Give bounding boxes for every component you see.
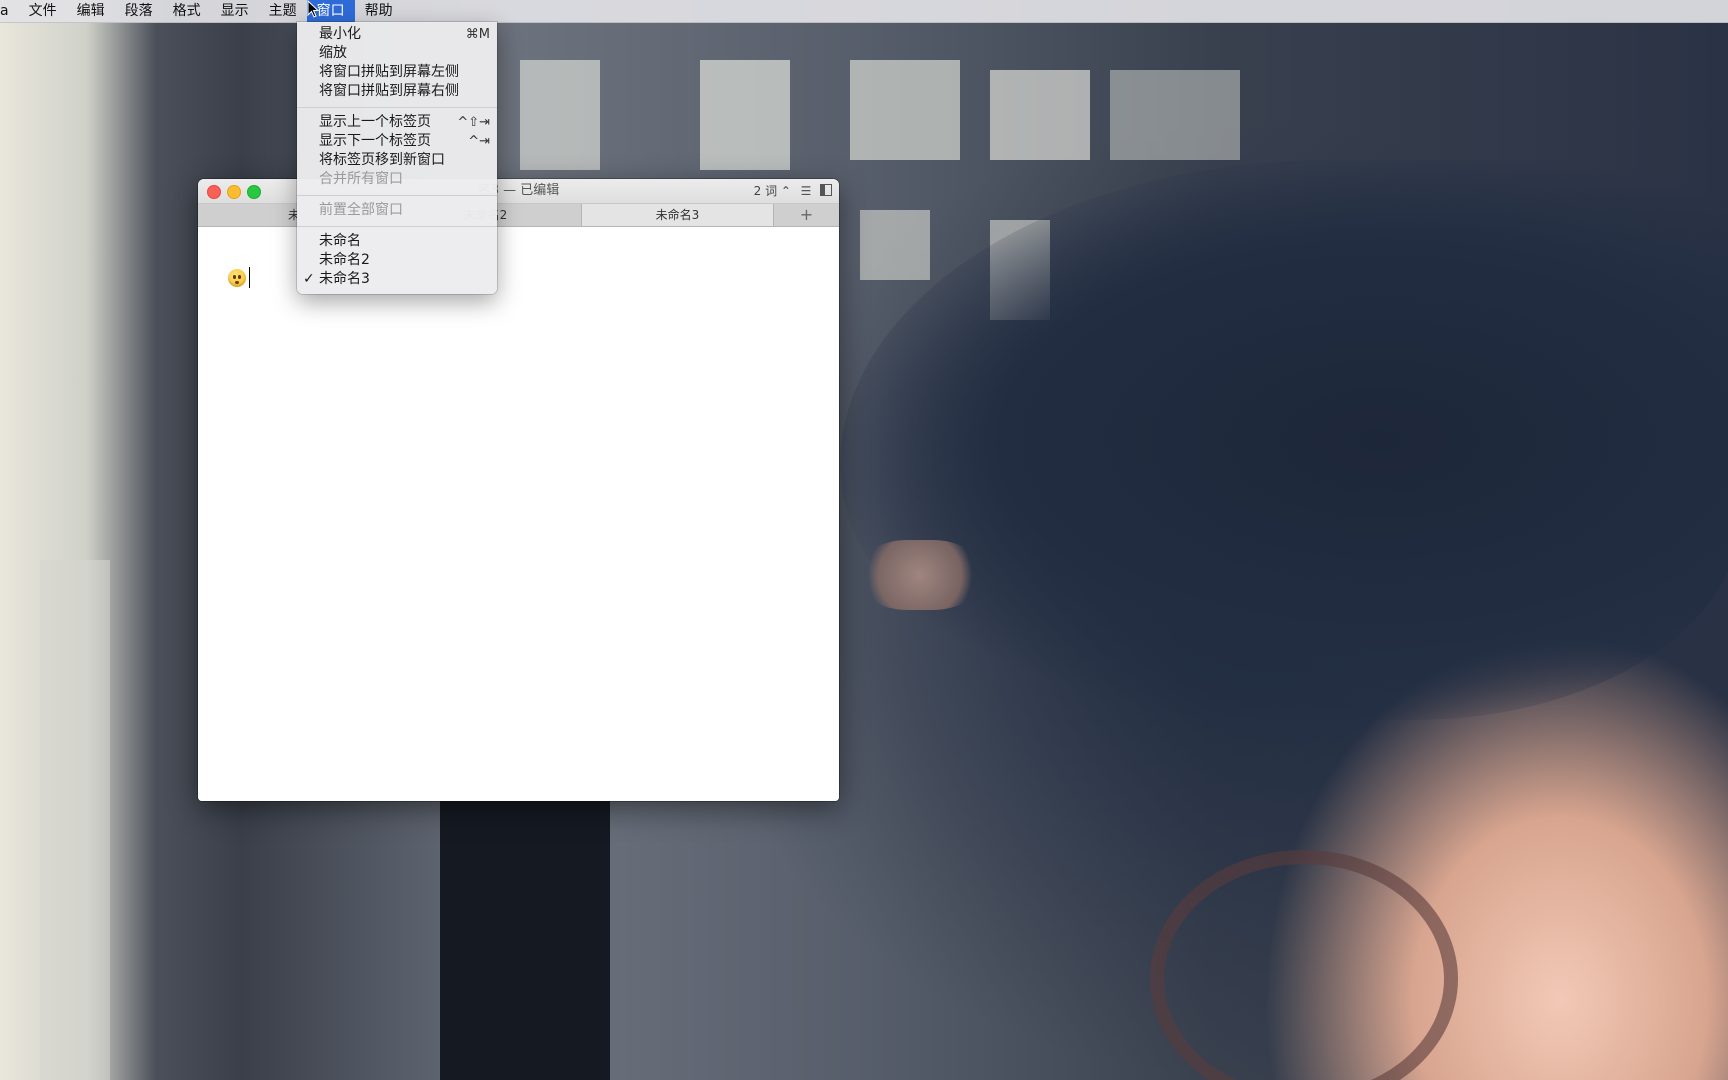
menu-file[interactable]: 文件	[19, 0, 67, 22]
menu-item-window-untitled-label: 未命名	[319, 233, 361, 249]
menu-bar: a 文件 编辑 段落 格式 显示 主题 窗口 帮助	[0, 0, 1728, 23]
menu-item-merge-windows-label: 合并所有窗口	[319, 171, 403, 187]
menu-item-move-tab-new-window[interactable]: 将标签页移到新窗口	[297, 151, 497, 170]
sidebar-toggle-icon[interactable]	[819, 184, 833, 198]
word-count-selector[interactable]: 2 词 ⌃	[754, 179, 791, 203]
menu-app-name[interactable]: a	[0, 0, 19, 22]
menu-format[interactable]: 格式	[163, 0, 211, 22]
menu-item-window-untitled-2[interactable]: 未命名2	[297, 251, 497, 270]
menu-item-next-tab-shortcut: ^⇥	[468, 134, 490, 149]
wallpaper-pane	[850, 60, 960, 160]
emoji-mouth	[235, 281, 239, 284]
menu-paragraph[interactable]: 段落	[115, 0, 163, 22]
menu-theme[interactable]: 主题	[259, 0, 307, 22]
title-bar[interactable]: 名3 — 已编辑 2 词 ⌃ ☰	[198, 179, 839, 204]
menu-item-prev-tab-label: 显示上一个标签页	[319, 114, 431, 130]
wallpaper-pane	[700, 60, 790, 170]
menu-item-window-untitled-3[interactable]: ✓ 未命名3	[297, 270, 497, 289]
menu-item-tile-right[interactable]: 将窗口拼贴到屏幕右侧	[297, 82, 497, 101]
checkmark-icon: ✓	[303, 271, 315, 287]
menu-item-prev-tab-shortcut: ^⇧⇥	[457, 115, 490, 130]
wallpaper-pane	[860, 210, 930, 280]
wallpaper-dark-column	[440, 800, 610, 1080]
wallpaper-light-strip	[40, 560, 110, 1080]
menu-item-zoom-label: 缩放	[319, 45, 347, 61]
menu-item-tile-left[interactable]: 将窗口拼贴到屏幕左侧	[297, 63, 497, 82]
menu-item-move-tab-label: 将标签页移到新窗口	[319, 152, 445, 168]
menu-item-minimize-label: 最小化	[319, 26, 361, 42]
wallpaper-pane	[1110, 70, 1240, 160]
text-caret	[249, 267, 250, 288]
menu-view[interactable]: 显示	[211, 0, 259, 22]
menu-item-next-tab-label: 显示下一个标签页	[319, 133, 431, 149]
menu-separator	[297, 107, 497, 108]
menu-edit[interactable]: 编辑	[67, 0, 115, 22]
menu-item-tile-right-label: 将窗口拼贴到屏幕右侧	[319, 83, 459, 99]
wallpaper-hand	[860, 540, 980, 610]
menu-item-next-tab[interactable]: 显示下一个标签页 ^⇥	[297, 132, 497, 151]
menu-item-minimize-shortcut: ⌘M	[465, 27, 490, 42]
menu-separator	[297, 226, 497, 227]
menu-item-window-untitled-2-label: 未命名2	[319, 252, 370, 268]
tab-bar: 未 未命名2 未命名3 +	[198, 204, 839, 227]
tab-untitled-3[interactable]: 未命名3	[582, 204, 774, 226]
menu-item-tile-left-label: 将窗口拼贴到屏幕左侧	[319, 64, 459, 80]
hushed-face-emoji	[228, 269, 246, 287]
wallpaper-ornament	[1150, 850, 1458, 1080]
wallpaper-hair	[840, 160, 1728, 720]
menu-help[interactable]: 帮助	[355, 0, 403, 22]
document-window: 名3 — 已编辑 2 词 ⌃ ☰ 未 未命名2 未命名3 +	[198, 179, 839, 801]
outline-list-icon[interactable]: ☰	[799, 184, 813, 198]
add-tab-button[interactable]: +	[774, 204, 839, 226]
menu-item-window-untitled[interactable]: 未命名	[297, 232, 497, 251]
document-editor[interactable]	[198, 227, 839, 801]
menu-item-window-untitled-3-label: 未命名3	[319, 271, 370, 287]
wallpaper-pane	[520, 60, 600, 170]
menu-item-bring-all-front: 前置全部窗口	[297, 201, 497, 220]
wallpaper-pane	[990, 70, 1090, 160]
window-menu-dropdown: 最小化 ⌘M 缩放 将窗口拼贴到屏幕左侧 将窗口拼贴到屏幕右侧 显示上一个标签页 ^…	[297, 22, 497, 294]
tab-untitled-3-label: 未命名3	[655, 208, 700, 222]
menu-item-zoom[interactable]: 缩放	[297, 44, 497, 63]
menu-separator	[297, 195, 497, 196]
menu-item-prev-tab[interactable]: 显示上一个标签页 ^⇧⇥	[297, 113, 497, 132]
menu-item-merge-windows: 合并所有窗口	[297, 170, 497, 189]
menu-item-bring-all-front-label: 前置全部窗口	[319, 202, 403, 218]
menu-item-minimize[interactable]: 最小化 ⌘M	[297, 25, 497, 44]
window-title: 名3 — 已编辑	[477, 183, 560, 198]
mouse-pointer-icon	[307, 0, 320, 18]
